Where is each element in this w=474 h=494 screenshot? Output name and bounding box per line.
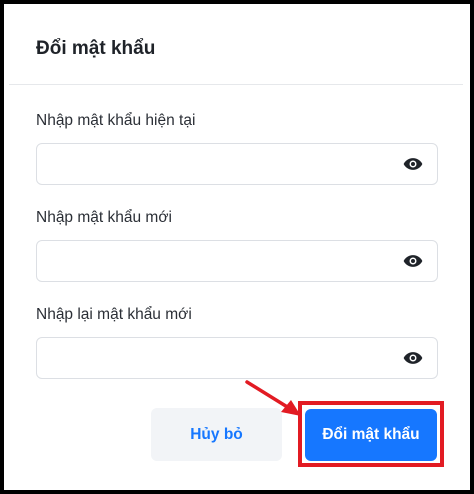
header-divider [9,84,463,85]
new-password-label: Nhập mật khẩu mới [36,209,172,226]
new-password-field[interactable] [36,240,438,282]
confirm-password-field[interactable] [36,337,438,379]
new-password-input[interactable] [47,249,391,275]
confirm-password-label: Nhập lại mật khẩu mới [36,306,192,323]
dialog-title: Đổi mật khẩu [36,38,156,59]
confirm-password-input[interactable] [47,346,391,372]
eye-icon[interactable] [403,254,423,268]
eye-icon[interactable] [403,157,423,171]
annotation-highlight-box [298,401,444,467]
change-password-dialog: Đổi mật khẩu Nhập mật khẩu hiện tại Nhập… [9,8,463,490]
current-password-label: Nhập mật khẩu hiện tại [36,112,196,129]
current-password-input[interactable] [47,152,391,178]
screenshot-frame: Đổi mật khẩu Nhập mật khẩu hiện tại Nhập… [0,0,474,494]
current-password-field[interactable] [36,143,438,185]
eye-icon[interactable] [403,351,423,365]
red-arrow-icon [245,380,301,416]
